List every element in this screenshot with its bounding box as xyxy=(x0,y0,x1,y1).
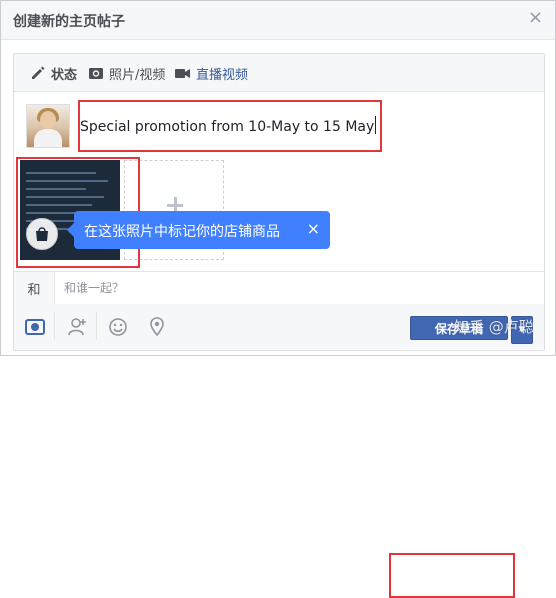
dialog-title: 创建新的主页帖子 xyxy=(13,14,125,30)
photo-icon[interactable] xyxy=(24,316,46,338)
pencil-icon xyxy=(32,66,45,79)
post-text-highlight xyxy=(78,100,382,152)
tab-photo-video-label: 照片/视频 xyxy=(109,67,166,83)
camera-icon xyxy=(89,68,103,79)
feeling-icon[interactable] xyxy=(107,316,129,338)
video-camera-icon xyxy=(175,69,190,78)
tag-products-tooltip: 在这张照片中标记你的店铺商品 × xyxy=(67,211,330,249)
watermark: 知乎 @卢聪 xyxy=(454,318,534,336)
tooltip-text: 在这张照片中标记你的店铺商品 xyxy=(84,224,280,240)
close-icon[interactable]: × xyxy=(528,9,543,27)
with-label: 和 xyxy=(14,272,55,304)
composer-tabs: 状态 照片/视频 直播视频 xyxy=(14,54,544,92)
shopping-bag-icon xyxy=(36,227,48,241)
tag-people-icon[interactable] xyxy=(66,316,88,338)
tag-product-button[interactable] xyxy=(26,218,58,250)
save-button-highlight xyxy=(389,553,515,598)
with-people-input[interactable] xyxy=(64,280,484,296)
create-post-dialog: 创建新的主页帖子 × 状态 照片/视频 直播视频 Special promoti… xyxy=(0,0,556,598)
tab-status-label: 状态 xyxy=(51,67,78,83)
tab-live-video-label: 直播视频 xyxy=(196,67,249,83)
tooltip-close-icon[interactable]: × xyxy=(307,219,320,238)
with-people-row: 和 xyxy=(14,271,544,305)
location-icon[interactable] xyxy=(146,316,168,338)
dialog-header: 创建新的主页帖子 × xyxy=(1,1,555,40)
tab-photo-video[interactable]: 照片/视频 xyxy=(88,64,166,83)
composer: 状态 照片/视频 直播视频 Special promotion from 10-… xyxy=(13,53,545,598)
tab-status[interactable]: 状态 xyxy=(30,64,78,83)
tab-live-video[interactable]: 直播视频 xyxy=(174,64,249,83)
avatar xyxy=(26,104,70,148)
